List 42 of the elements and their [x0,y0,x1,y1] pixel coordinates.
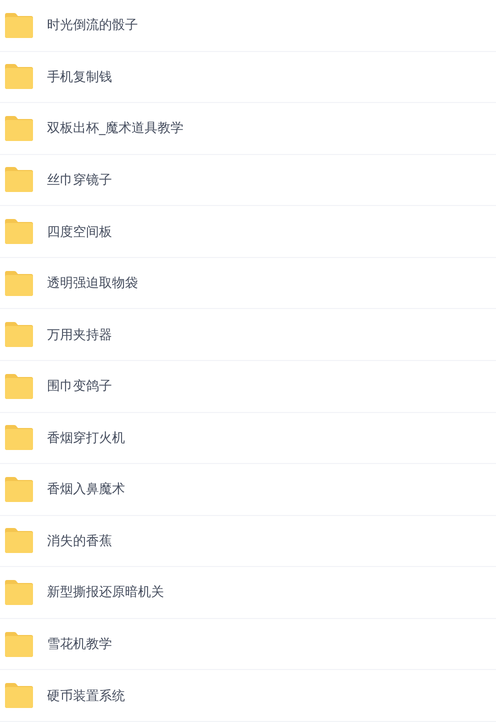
folder-row[interactable]: 围巾变鸽子 [0,360,496,412]
folder-name: 时光倒流的骰子 [47,17,138,34]
folder-name: 香烟入鼻魔术 [47,481,125,498]
folder-row[interactable]: 时光倒流的骰子 [0,0,496,52]
folder-row[interactable]: 丝巾穿镜子 [0,154,496,206]
folder-icon [4,580,34,605]
folder-icon [4,116,34,141]
folder-icon [4,528,34,554]
folder-name: 消失的香蕉 [47,532,112,550]
folder-icon [4,683,34,708]
folder-row[interactable]: 透明强迫取物袋 [0,258,496,310]
folder-icon [4,167,34,192]
folder-row[interactable]: 香烟穿打火机 [0,412,496,464]
folder-icon [4,322,34,348]
folder-name: 香烟穿打火机 [47,430,125,447]
folder-icon [4,219,34,244]
folder-icon [4,476,34,502]
folder-name: 围巾变鸽子 [47,378,112,396]
folder-name: 丝巾穿镜子 [47,172,112,189]
folder-icon [4,12,34,38]
folder-icon [4,374,34,399]
folder-name: 透明强迫取物袋 [47,275,138,292]
folder-row[interactable]: 万用夹持器 [0,309,496,361]
folder-row[interactable]: 消失的香蕉 [0,516,496,568]
folder-icon [4,64,34,90]
folder-row[interactable]: 雪花机教学 [0,618,496,670]
folder-name: 硬币装置系统 [47,688,125,705]
folder-name: 新型撕报还原暗机关 [47,584,164,602]
folder-icon [4,425,34,450]
folder-name: 双板出杯_魔术道具教学 [47,120,184,138]
folder-name: 四度空间板 [47,224,112,241]
folder-icon [4,270,34,296]
folder-name: 手机复制钱 [47,68,112,86]
folder-icon [4,632,34,657]
folder-row[interactable]: 四度空间板 [0,206,496,258]
folder-row[interactable]: 新型撕报还原暗机关 [0,567,496,619]
folder-name: 雪花机教学 [47,636,112,654]
folder-row[interactable]: 手机复制钱 [0,52,496,104]
folder-name: 万用夹持器 [47,326,112,344]
folder-row[interactable]: 香烟入鼻魔术 [0,464,496,516]
folder-row[interactable]: 硬币装置系统 [0,670,496,722]
folder-row[interactable]: 双板出杯_魔术道具教学 [0,103,496,155]
